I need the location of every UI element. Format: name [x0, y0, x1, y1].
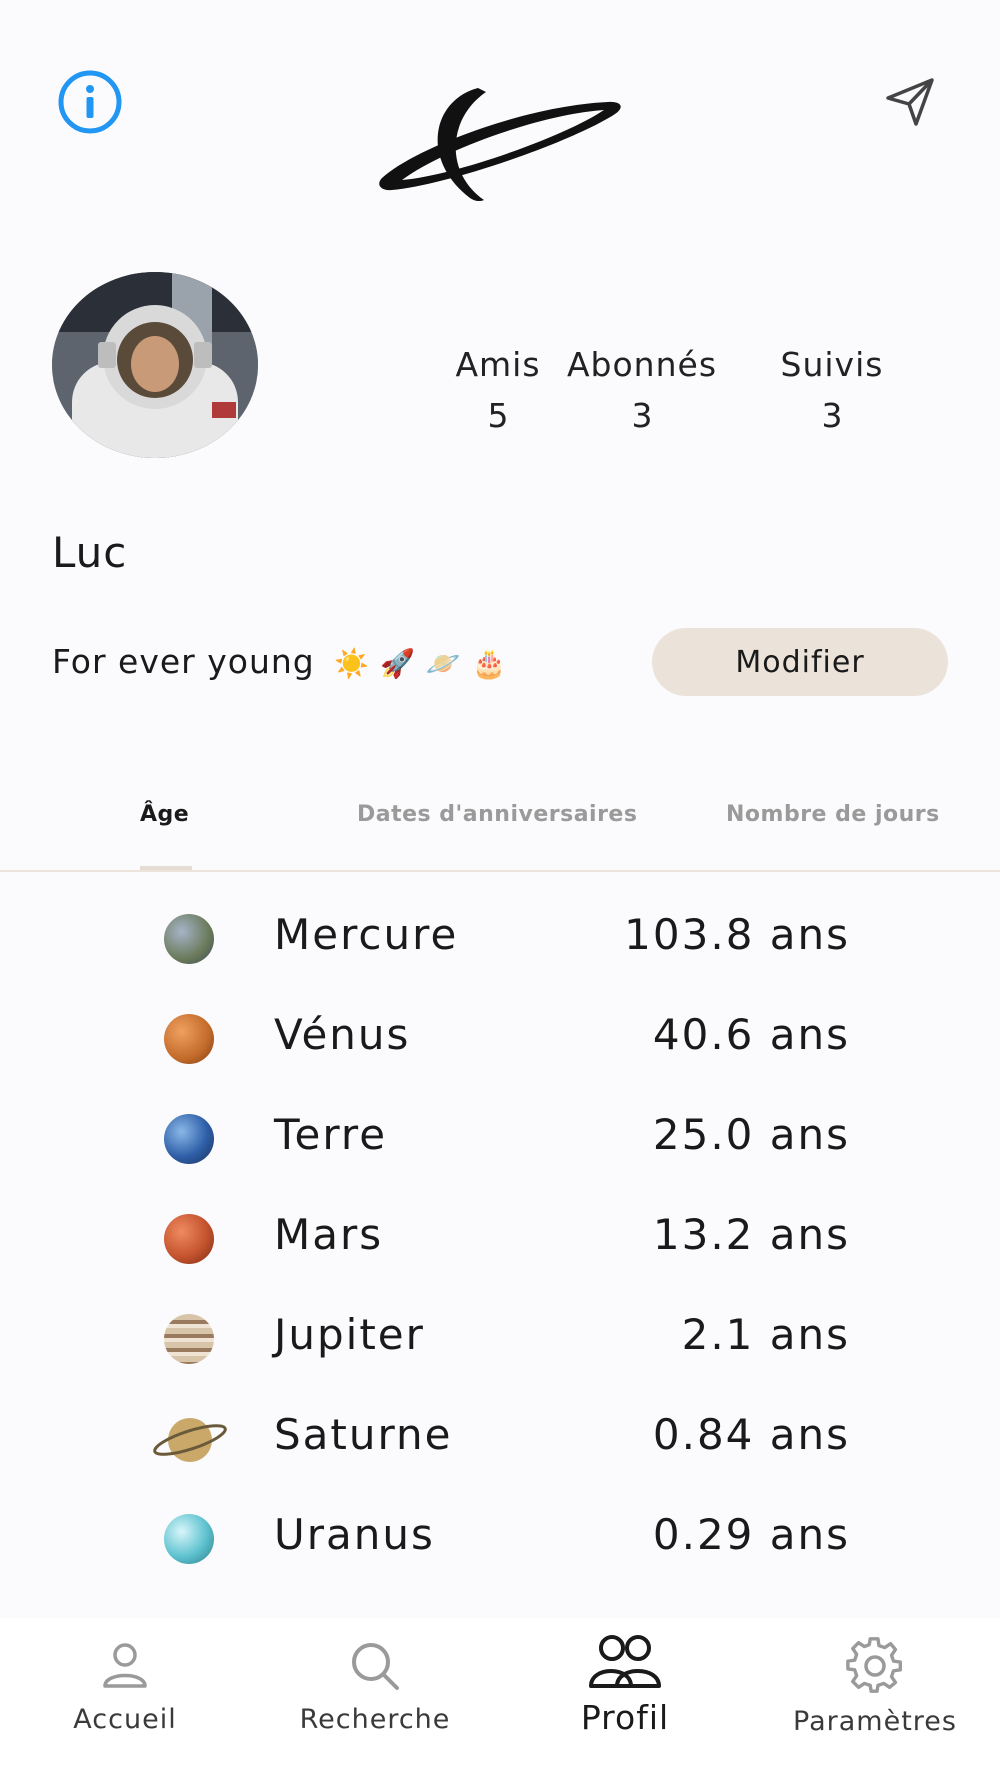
- list-item: Terre 25.0 ans: [0, 1088, 1000, 1188]
- user-icon: [103, 1643, 147, 1688]
- tab-age[interactable]: Âge: [140, 802, 189, 827]
- uranus-icon: [164, 1514, 214, 1564]
- avatar[interactable]: [52, 272, 258, 458]
- bio-emojis: ☀️ 🚀 🪐 🎂: [334, 647, 508, 680]
- nav-profil[interactable]: Profil: [500, 1618, 750, 1778]
- planet-logo-icon: [372, 80, 632, 210]
- list-item: Mars 13.2 ans: [0, 1188, 1000, 1288]
- stat-suivis-value: 3: [821, 396, 843, 435]
- planet-name: Uranus: [274, 1510, 435, 1559]
- planet-age: 13.2 ans: [652, 1210, 850, 1259]
- mars-icon: [164, 1214, 214, 1264]
- nav-parametres-label: Paramètres: [793, 1706, 957, 1737]
- planet-name: Terre: [274, 1110, 388, 1159]
- stat-abonnes-value: 3: [631, 396, 653, 435]
- top-bar: [0, 0, 1000, 240]
- tab-nombre-de-jours[interactable]: Nombre de jours: [726, 802, 940, 827]
- tab-bar: Âge Dates d'anniversaires Nombre de jour…: [0, 790, 1000, 872]
- planet-name: Vénus: [274, 1010, 411, 1059]
- stat-suivis[interactable]: Suivis 3: [747, 345, 917, 435]
- planet-name: Mars: [274, 1210, 384, 1259]
- list-item: Vénus 40.6 ans: [0, 988, 1000, 1088]
- planet-age: 0.29 ans: [652, 1510, 850, 1559]
- users-icon: [589, 1635, 661, 1688]
- planet-name: Mercure: [274, 910, 459, 959]
- bottom-navigation: Accueil Recherche Profil Paramètres: [0, 1618, 1000, 1778]
- nav-parametres[interactable]: Paramètres: [750, 1618, 1000, 1778]
- stat-abonnes-label: Abonnés: [566, 345, 718, 384]
- bio: For ever young ☀️ 🚀 🪐 🎂: [52, 642, 507, 681]
- profile-stats: Amis 5 Abonnés 3 Suivis 3: [380, 345, 920, 435]
- earth-icon: [164, 1114, 214, 1164]
- stat-suivis-label: Suivis: [780, 345, 884, 384]
- jupiter-icon: [164, 1314, 214, 1364]
- planet-age: 2.1 ans: [681, 1310, 850, 1359]
- username: Luc: [52, 528, 128, 577]
- nav-profil-label: Profil: [580, 1698, 670, 1737]
- planet-age: 103.8 ans: [624, 910, 850, 959]
- list-item: Jupiter 2.1 ans: [0, 1288, 1000, 1388]
- paper-plane-icon[interactable]: [882, 74, 938, 130]
- edit-profile-button[interactable]: Modifier: [652, 628, 948, 696]
- planet-name: Saturne: [274, 1410, 453, 1459]
- stat-abonnes[interactable]: Abonnés 3: [557, 345, 727, 435]
- planet-age: 40.6 ans: [652, 1010, 850, 1059]
- active-tab-indicator: [140, 866, 192, 870]
- venus-icon: [164, 1014, 214, 1064]
- bio-text: For ever young: [52, 642, 315, 681]
- planet-name: Jupiter: [274, 1310, 425, 1359]
- nav-accueil[interactable]: Accueil: [0, 1618, 250, 1778]
- nav-accueil-label: Accueil: [73, 1704, 177, 1735]
- tab-dates-anniversaires[interactable]: Dates d'anniversaires: [357, 802, 637, 827]
- mercury-icon: [164, 914, 214, 964]
- list-item: Uranus 0.29 ans: [0, 1488, 1000, 1588]
- list-item: Mercure 103.8 ans: [0, 888, 1000, 988]
- planet-age: 25.0 ans: [652, 1110, 850, 1159]
- list-item: Saturne 0.84 ans: [0, 1388, 1000, 1488]
- nav-recherche[interactable]: Recherche: [250, 1618, 500, 1778]
- saturn-icon: [152, 1414, 228, 1464]
- planet-age: 0.84 ans: [652, 1410, 850, 1459]
- info-icon[interactable]: [56, 68, 124, 136]
- search-icon: [352, 1643, 399, 1690]
- gear-icon: [846, 1637, 902, 1693]
- nav-recherche-label: Recherche: [299, 1704, 451, 1735]
